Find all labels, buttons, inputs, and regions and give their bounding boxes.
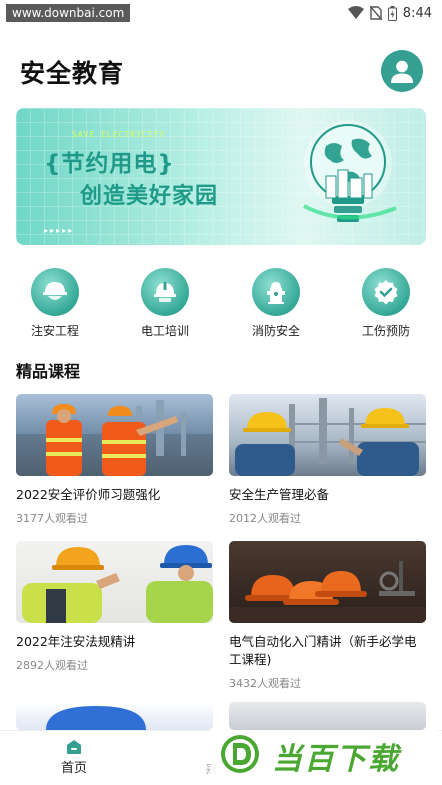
course-card[interactable]: 电气自动化入门精讲（新手必学电工课程) 3432人观看过 bbox=[229, 541, 426, 691]
category-fire-safety[interactable]: 消防安全 bbox=[231, 268, 321, 339]
header: 安全教育 bbox=[0, 44, 442, 100]
category-electrician-training[interactable]: 电工培训 bbox=[120, 268, 210, 339]
watermark-url: www.downbai.com bbox=[6, 4, 131, 22]
status-time: 8:44 bbox=[402, 5, 432, 21]
banner-en-text: SAVE ELECTRICITY bbox=[72, 130, 166, 139]
course-title: 安全生产管理必备 bbox=[229, 487, 330, 502]
course-thumbnail bbox=[16, 541, 213, 623]
section-title-featured-courses: 精品课程 bbox=[16, 362, 81, 381]
helmet-worker-icon bbox=[31, 268, 79, 316]
status-bar: www.downbai.com 8:44 bbox=[0, 0, 442, 26]
course-thumbnail bbox=[16, 702, 213, 730]
no-sim-icon bbox=[369, 6, 382, 20]
course-card[interactable]: 2022年注安法规精讲 2892人观看过 bbox=[16, 541, 213, 673]
course-views: 3177人观看过 bbox=[16, 512, 88, 525]
category-label: 注安工程 bbox=[30, 324, 79, 338]
avatar[interactable] bbox=[381, 50, 423, 92]
course-title: 2022安全评价师习题强化 bbox=[16, 487, 161, 502]
battery-icon bbox=[387, 5, 397, 21]
promo-banner[interactable]: SAVE ELECTRICITY {节约用电} 创造美好家园 ▸▸▸▸▸ bbox=[16, 108, 426, 245]
category-label: 消防安全 bbox=[251, 324, 300, 338]
course-views: 2892人观看过 bbox=[16, 659, 88, 672]
course-views: 3432人观看过 bbox=[229, 677, 301, 690]
course-thumbnail bbox=[16, 394, 213, 476]
course-title: 2022年注安法规精讲 bbox=[16, 634, 136, 649]
category-injury-prevention[interactable]: 工伤预防 bbox=[341, 268, 431, 339]
nav-home-label: 首页 bbox=[60, 761, 87, 776]
shield-check-icon bbox=[362, 268, 410, 316]
status-icons: 8:44 bbox=[347, 4, 432, 22]
fire-hydrant-icon bbox=[252, 268, 300, 316]
course-card[interactable] bbox=[229, 702, 426, 730]
category-label: 工伤预防 bbox=[361, 324, 410, 338]
user-icon bbox=[391, 60, 413, 83]
wifi-icon bbox=[347, 6, 364, 19]
banner-dots: ▸▸▸▸▸ bbox=[44, 226, 75, 235]
banner-subheadline: 创造美好家园 bbox=[80, 184, 219, 209]
home-icon bbox=[67, 740, 81, 754]
course-thumbnail bbox=[229, 541, 426, 623]
category-label: 电工培训 bbox=[140, 324, 189, 338]
brand-text: 当百下载 bbox=[272, 742, 400, 777]
course-thumbnail bbox=[229, 394, 426, 476]
brand-d-logo-icon bbox=[221, 735, 259, 773]
brand-watermark-logo: 当百下载 bbox=[210, 730, 438, 778]
course-title: 电气自动化入门精讲（新手必学电工课程) bbox=[229, 634, 417, 667]
category-row: 注安工程 电工培训 消防安全 工伤预防 bbox=[0, 268, 442, 338]
nav-home[interactable]: 首页 bbox=[52, 739, 96, 776]
lightbulb-globe-icon bbox=[303, 120, 397, 222]
page-title: 安全教育 bbox=[20, 59, 125, 88]
course-views: 2012人观看过 bbox=[229, 512, 301, 525]
course-thumbnail bbox=[229, 702, 426, 730]
category-safety-engineering[interactable]: 注安工程 bbox=[10, 268, 100, 339]
course-card[interactable] bbox=[16, 702, 213, 730]
hard-hat-icon bbox=[141, 268, 189, 316]
banner-headline: {节约用电} bbox=[44, 151, 175, 177]
course-card[interactable]: 2022安全评价师习题强化 3177人观看过 bbox=[16, 394, 213, 526]
course-card[interactable]: 安全生产管理必备 2012人观看过 bbox=[229, 394, 426, 526]
